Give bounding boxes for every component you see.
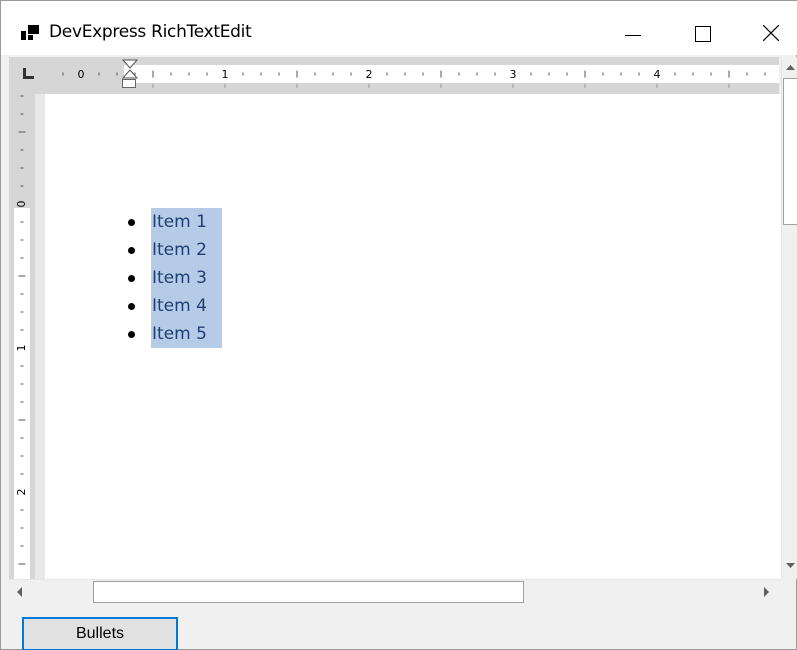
indent-marker-icon[interactable] (122, 59, 138, 79)
title-bar[interactable]: DevExpress RichTextEdit (1, 1, 797, 55)
document-page[interactable] (35, 94, 781, 579)
bullet-icon (128, 303, 135, 310)
list-item-text[interactable]: Item 3 (151, 264, 222, 292)
bullet-icon (128, 275, 135, 282)
horizontal-scrollbar-thumb[interactable] (93, 581, 524, 603)
ruler-number: 1 (15, 345, 28, 352)
window-title: DevExpress RichTextEdit (49, 22, 252, 42)
maximize-button[interactable] (678, 13, 724, 55)
scroll-left-arrow-icon[interactable] (11, 581, 28, 603)
horizontal-ruler[interactable]: 0 1 2 3 4 (9, 57, 779, 94)
page-margin-strip (35, 94, 45, 579)
minimize-button[interactable] (608, 13, 654, 55)
ruler-number: 3 (510, 68, 517, 81)
list-item[interactable]: Item 4 (128, 292, 222, 320)
close-button[interactable] (748, 13, 794, 55)
list-item-text[interactable]: Item 4 (151, 292, 222, 320)
bullet-icon (128, 219, 135, 226)
bullet-icon (128, 331, 135, 338)
ruler-number: 0 (78, 68, 85, 81)
vertical-scrollbar[interactable] (781, 57, 797, 579)
bullet-list[interactable]: Item 1 Item 2 Item 3 Item 4 Item 5 (128, 208, 222, 348)
list-item[interactable]: Item 5 (128, 320, 222, 348)
horizontal-scrollbar[interactable] (9, 579, 781, 603)
scroll-down-arrow-icon[interactable] (782, 557, 797, 574)
ruler-number: 4 (654, 68, 661, 81)
vertical-ruler-ticks: 0 1 2 (15, 95, 28, 565)
bullet-icon (128, 247, 135, 254)
scroll-right-arrow-icon[interactable] (758, 581, 775, 603)
ruler-number: 0 (15, 201, 28, 208)
main-window: DevExpress RichTextEdit 01234 012 Item 1… (0, 0, 797, 650)
list-item-text[interactable]: Item 5 (151, 320, 222, 348)
list-item[interactable]: Item 2 (128, 236, 222, 264)
left-indent-marker[interactable] (122, 79, 136, 88)
list-item[interactable]: Item 3 (128, 264, 222, 292)
ruler-number: 2 (15, 489, 28, 496)
list-item[interactable]: Item 1 (128, 208, 222, 236)
app-icon (21, 25, 39, 41)
ruler-number: 2 (366, 68, 373, 81)
close-icon (763, 25, 779, 41)
vertical-scrollbar-thumb[interactable] (783, 78, 797, 225)
ruler-number: 1 (222, 68, 229, 81)
bullets-button[interactable]: Bullets (22, 617, 178, 650)
scroll-up-arrow-icon[interactable] (782, 59, 797, 76)
vertical-ruler[interactable]: 0 1 2 (9, 94, 35, 579)
list-item-text[interactable]: Item 2 (151, 236, 222, 264)
list-item-text[interactable]: Item 1 (151, 208, 222, 236)
